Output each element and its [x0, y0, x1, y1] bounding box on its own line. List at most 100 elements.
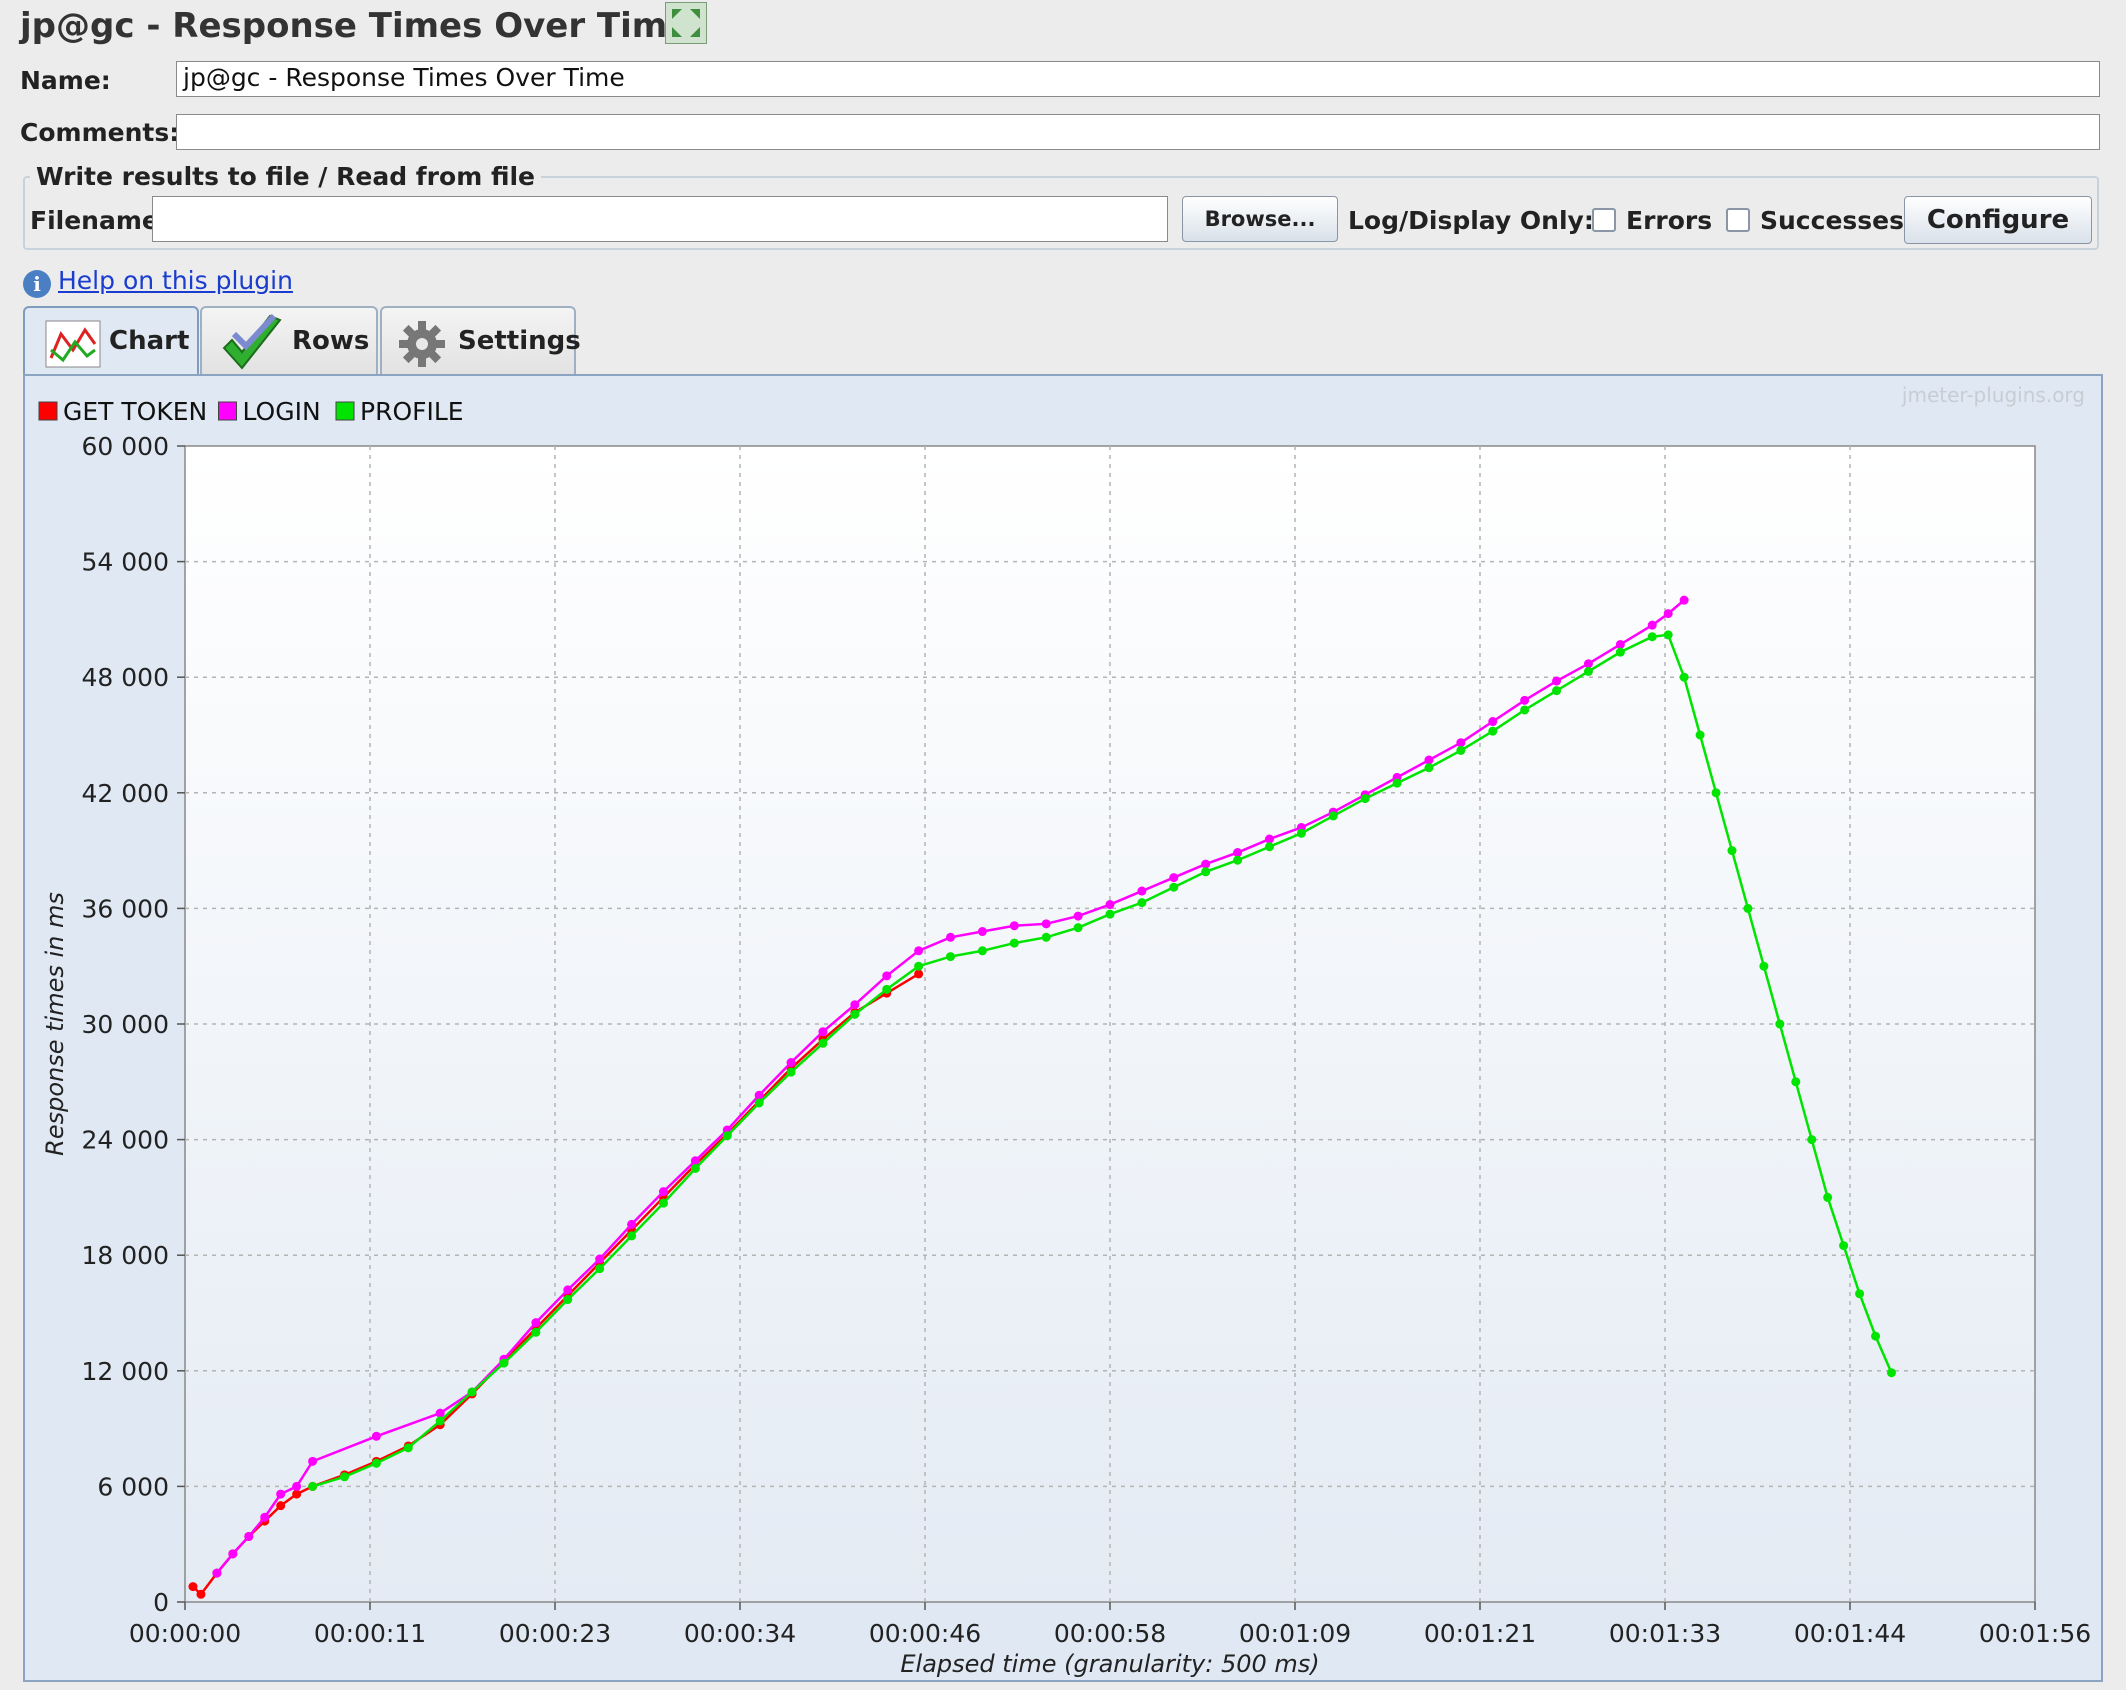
comments-label: Comments:	[20, 118, 180, 147]
data-point	[339, 1472, 349, 1482]
data-point	[467, 1387, 477, 1397]
data-point	[308, 1481, 318, 1491]
data-point	[531, 1318, 541, 1328]
x-tick-label: 00:00:58	[1054, 1619, 1166, 1648]
x-tick-label: 00:00:46	[869, 1619, 981, 1648]
data-point	[1360, 794, 1370, 804]
data-point	[1201, 867, 1211, 877]
data-point	[722, 1131, 732, 1141]
data-point	[371, 1458, 381, 1468]
gear-icon	[399, 321, 445, 367]
data-point	[1488, 726, 1498, 736]
data-point	[531, 1327, 541, 1337]
y-tick-label: 36 000	[82, 894, 169, 923]
data-point	[244, 1531, 254, 1541]
data-point	[1663, 630, 1673, 640]
legend-label: PROFILE	[360, 397, 464, 426]
tab-chart-label: Chart	[109, 326, 190, 356]
data-point	[196, 1589, 206, 1599]
data-point	[1679, 595, 1689, 605]
page-title: jp@gc - Response Times Over Time	[20, 6, 691, 46]
help-link[interactable]: Help on this plugin	[58, 266, 293, 295]
data-point	[1169, 873, 1179, 883]
data-point	[435, 1408, 445, 1418]
tab-settings-label: Settings	[458, 326, 581, 356]
data-point	[595, 1254, 605, 1264]
data-point	[914, 961, 924, 971]
x-tick-label: 00:00:11	[314, 1619, 426, 1648]
data-point	[1009, 938, 1019, 948]
data-point	[658, 1187, 668, 1197]
x-tick-label: 00:00:23	[499, 1619, 611, 1648]
name-label: Name:	[20, 66, 111, 95]
data-point	[818, 1027, 828, 1037]
legend-label: GET TOKEN	[63, 397, 207, 426]
browse-button[interactable]: Browse...	[1182, 196, 1338, 242]
data-point	[1711, 788, 1721, 798]
data-point	[292, 1481, 302, 1491]
data-point	[946, 932, 956, 942]
x-tick-label: 00:01:44	[1794, 1619, 1906, 1648]
legend-label: LOGIN	[243, 397, 321, 426]
data-point	[786, 1058, 796, 1068]
data-point	[228, 1549, 238, 1559]
data-point	[595, 1264, 605, 1274]
tab-rows-label: Rows	[292, 326, 370, 356]
data-point	[1871, 1331, 1881, 1341]
data-point	[371, 1431, 381, 1441]
data-point	[946, 952, 956, 962]
data-point	[1137, 898, 1147, 908]
data-point	[627, 1219, 637, 1229]
data-point	[1615, 647, 1625, 657]
data-point	[1233, 848, 1243, 858]
response-times-chart: jmeter-plugins.org 0 6 000 12 000 18 000 24 0…	[38, 383, 2091, 1678]
data-point	[403, 1443, 413, 1453]
errors-checkbox[interactable]	[1592, 208, 1616, 232]
y-tick-label: 6 000	[97, 1472, 169, 1501]
data-point	[1823, 1192, 1833, 1202]
data-point	[1663, 609, 1673, 619]
data-point	[435, 1416, 445, 1426]
data-point	[818, 1038, 828, 1048]
comments-input[interactable]	[176, 114, 2100, 150]
data-point	[1727, 846, 1737, 856]
data-point	[1886, 1368, 1896, 1378]
data-point	[563, 1295, 573, 1305]
y-tick-label: 54 000	[82, 548, 169, 577]
data-point	[1615, 639, 1625, 649]
name-input[interactable]: jp@gc - Response Times Over Time	[176, 61, 2100, 97]
filename-input[interactable]	[152, 196, 1168, 242]
x-tick-label: 00:00:34	[684, 1619, 796, 1648]
data-point	[850, 1009, 860, 1019]
data-point	[977, 946, 987, 956]
data-point	[1264, 834, 1274, 844]
tab-settings[interactable]: Settings	[380, 306, 581, 374]
file-section-legend: Write results to file / Read from file	[30, 162, 541, 191]
successes-checkbox[interactable]	[1726, 208, 1750, 232]
x-axis-label: Elapsed time (granularity: 500 ms)	[900, 1650, 1319, 1678]
data-point	[212, 1568, 222, 1578]
y-tick-label: 24 000	[82, 1126, 169, 1155]
data-point	[563, 1285, 573, 1295]
checkmark-icon	[222, 314, 282, 370]
data-point	[1328, 811, 1338, 821]
data-point	[1695, 730, 1705, 740]
legend-swatch	[218, 401, 237, 421]
tab-chart[interactable]: Chart	[23, 306, 199, 378]
data-point	[1647, 620, 1657, 630]
maximize-icon[interactable]	[665, 2, 707, 44]
data-point	[1201, 859, 1211, 869]
data-point	[882, 984, 892, 994]
data-point	[1456, 738, 1466, 748]
info-icon: i	[23, 270, 51, 298]
data-point	[292, 1489, 302, 1499]
data-point	[1137, 886, 1147, 896]
chart-panel: jmeter-plugins.org 0 6 000 12 000 18 000 24 0…	[23, 374, 2103, 1682]
data-point	[276, 1489, 286, 1499]
data-point	[1679, 672, 1689, 682]
data-point	[658, 1198, 668, 1208]
data-point	[690, 1164, 700, 1173]
configure-button[interactable]: Configure	[1904, 196, 2092, 244]
tab-rows[interactable]: Rows	[200, 306, 378, 374]
errors-label: Errors	[1626, 206, 1713, 235]
